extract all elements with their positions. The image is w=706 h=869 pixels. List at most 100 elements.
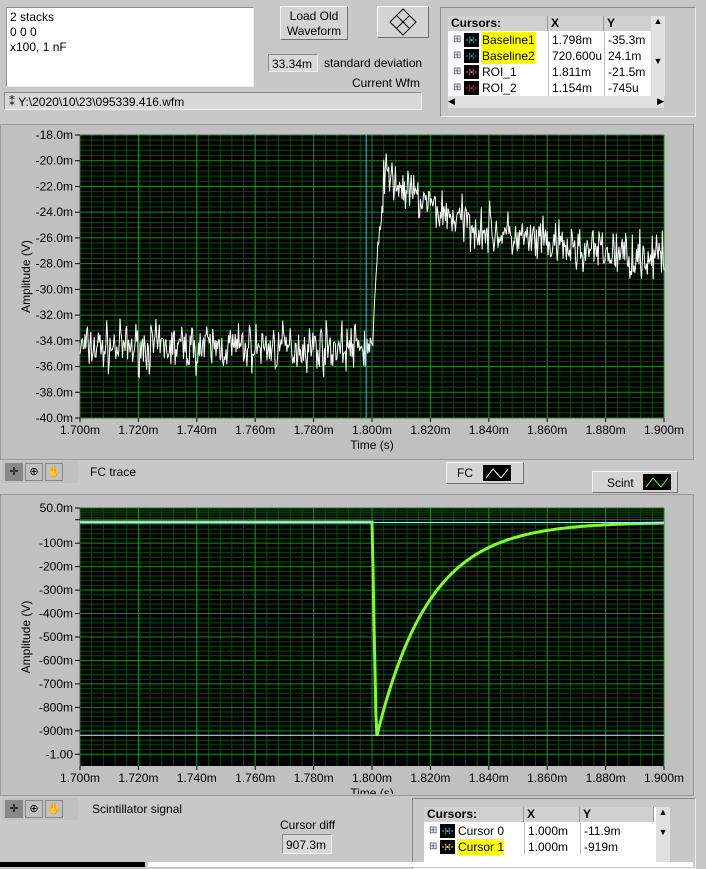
x-tick-label: 1.800m	[352, 423, 392, 437]
x-tick-label: 1.720m	[118, 423, 158, 437]
y-tick-label: -34.0m	[36, 334, 73, 348]
x-tick-label: 1.740m	[177, 771, 217, 785]
y-tick-label: -38.0m	[36, 385, 73, 399]
y-tick-label: -1.00	[46, 747, 74, 761]
x-tick-label: 1.900m	[644, 771, 684, 785]
y-axis-label: Amplitude (V)	[19, 240, 33, 313]
y-tick-label: -36.0m	[36, 360, 73, 374]
expand-icon[interactable]: ⊞	[450, 64, 461, 80]
fc-legend-label: FC	[457, 466, 473, 480]
cursor-table-bottom[interactable]: Cursors: X Y ⊞ Cursor 0 1.000m -11.9m ⊞ C…	[424, 807, 668, 862]
cursor-move-icon[interactable]: ✛	[5, 463, 23, 481]
y-tick-label: -28.0m	[36, 257, 73, 271]
fc-graph[interactable]: 1.700m 1.720m 1.740m 1.760m 1.780m 1.800m 1.82…	[0, 124, 692, 464]
cursor-table-top[interactable]: Cursors: X Y ⊞ Baseline1 1.798m -35.3m ⊞ …	[448, 16, 664, 96]
x-tick-label: 1.720m	[118, 771, 158, 785]
x-tick-label: 1.860m	[527, 423, 567, 437]
y-tick-label: -100m	[39, 536, 73, 550]
cursor-y: 24.1m	[604, 48, 641, 64]
load-old-waveform-button[interactable]: Load Old Waveform	[280, 6, 348, 40]
expand-icon[interactable]: ⊞	[450, 32, 461, 48]
cursor-x: 720.600u	[548, 48, 602, 64]
file-path-text: Y:\2020\10\23\095339.416.wfm	[18, 95, 185, 109]
y-tick-label: -500m	[39, 630, 73, 644]
info-line: 0 0 0	[10, 25, 37, 39]
horizontal-scrollbar[interactable]: ◀ ▶	[448, 96, 664, 108]
x-tick-label: 1.860m	[527, 771, 567, 785]
cursor-style-icon[interactable]	[464, 81, 479, 95]
cursor-y: -745u	[604, 80, 639, 96]
x-tick-label: 1.740m	[177, 423, 217, 437]
y-tick-label: -30.0m	[36, 282, 73, 296]
y-tick-label: -600m	[39, 653, 73, 667]
header-y: Y	[580, 807, 654, 822]
current-wfm-label: Current Wfm	[352, 76, 421, 90]
x-tick-label: 1.880m	[586, 771, 626, 785]
cursor-name[interactable]: ROI_1	[481, 64, 517, 80]
pan-hand-icon[interactable]: ✋	[45, 800, 63, 818]
y-tick-label: -700m	[39, 677, 73, 691]
diamond-button[interactable]	[377, 6, 429, 38]
x-tick-label: 1.700m	[60, 771, 100, 785]
cursor-name[interactable]: Baseline1	[481, 32, 535, 48]
cursor-panel-top: Cursors: X Y ⊞ Baseline1 1.798m -35.3m ⊞ …	[440, 7, 696, 117]
fc-plot-legend[interactable]: FC	[446, 462, 524, 484]
y-tick-label: -22.0m	[36, 179, 73, 193]
cursor-x: 1.811m	[548, 64, 591, 80]
expand-icon[interactable]: ⊞	[426, 839, 437, 855]
y-tick-label: -40.0m	[36, 411, 73, 425]
line-plot-icon	[483, 465, 511, 481]
vertical-scrollbar[interactable]: ▲ ▼	[656, 807, 670, 862]
x-tick-label: 1.760m	[235, 771, 275, 785]
cursor-name[interactable]: Baseline2	[481, 48, 535, 64]
file-path-field[interactable]: ⁑ Y:\2020\10\23\095339.416.wfm	[4, 92, 422, 110]
x-tick-label: 1.760m	[235, 423, 275, 437]
graph-palette-scint: ✛ ⊕ ✋	[2, 798, 78, 820]
cursor-style-icon[interactable]	[464, 49, 479, 63]
expand-icon[interactable]: ⊞	[450, 80, 461, 96]
cursor-style-icon[interactable]	[440, 824, 455, 838]
cursor-style-icon[interactable]	[440, 840, 455, 854]
vertical-scrollbar[interactable]: ▲ ▼	[651, 16, 665, 96]
cursor-y: -35.3m	[604, 32, 645, 48]
header-cursors: Cursors:	[448, 16, 548, 31]
cursor-name[interactable]: ROI_2	[481, 80, 517, 96]
taskbar-edge	[148, 862, 693, 867]
scint-legend-label: Scint	[607, 476, 634, 490]
fc-trace-label: FC trace	[90, 465, 137, 479]
info-textbox[interactable]: 2 stacks 0 0 0 x100, 1 nF	[6, 7, 254, 87]
zoom-icon[interactable]: ⊕	[25, 463, 43, 481]
expand-icon[interactable]: ⊞	[426, 823, 437, 839]
cursor-x: 1.154m	[548, 80, 592, 96]
x-tick-label: 1.880m	[586, 423, 626, 437]
y-tick-label: -900m	[39, 724, 73, 738]
cursor-name[interactable]: Cursor 0	[457, 823, 504, 839]
y-tick-label: -200m	[39, 560, 73, 574]
zoom-icon[interactable]: ⊕	[25, 800, 43, 818]
pan-hand-icon[interactable]: ✋	[45, 463, 63, 481]
cursor-name[interactable]: Cursor 1	[457, 839, 505, 855]
info-line: 2 stacks	[10, 10, 55, 24]
x-tick-label: 1.780m	[294, 771, 334, 785]
cursor-x: 1.798m	[548, 32, 592, 48]
scint-graph[interactable]: 1.700m 1.720m 1.740m 1.760m 1.780m 1.800m 1.82…	[0, 494, 692, 794]
cursor-y: -919m	[580, 839, 618, 855]
cursor-style-icon[interactable]	[464, 65, 479, 79]
header-cursors: Cursors:	[424, 807, 524, 822]
cursor-x: 1.000m	[524, 823, 568, 839]
y-axis-label: Amplitude (V)	[19, 601, 33, 674]
diamond-grid-icon	[389, 8, 417, 36]
cursor-panel-bottom: Cursors: X Y ⊞ Cursor 0 1.000m -11.9m ⊞ C…	[412, 798, 696, 869]
graph-palette-fc: ✛ ⊕ ✋	[2, 461, 78, 483]
y-tick-label: -300m	[39, 583, 73, 597]
cursor-move-icon[interactable]: ✛	[5, 800, 23, 818]
cursor-x: 1.000m	[524, 839, 568, 855]
cursor-style-icon[interactable]	[464, 33, 479, 47]
x-axis-label: Time (s)	[350, 438, 394, 452]
scint-plot-legend[interactable]: Scint	[592, 471, 678, 493]
std-dev-label: standard deviation	[324, 56, 423, 70]
x-tick-label: 1.820m	[410, 771, 450, 785]
x-tick-label: 1.820m	[410, 423, 450, 437]
expand-icon[interactable]: ⊞	[450, 48, 461, 64]
x-tick-label: 1.900m	[644, 423, 684, 437]
